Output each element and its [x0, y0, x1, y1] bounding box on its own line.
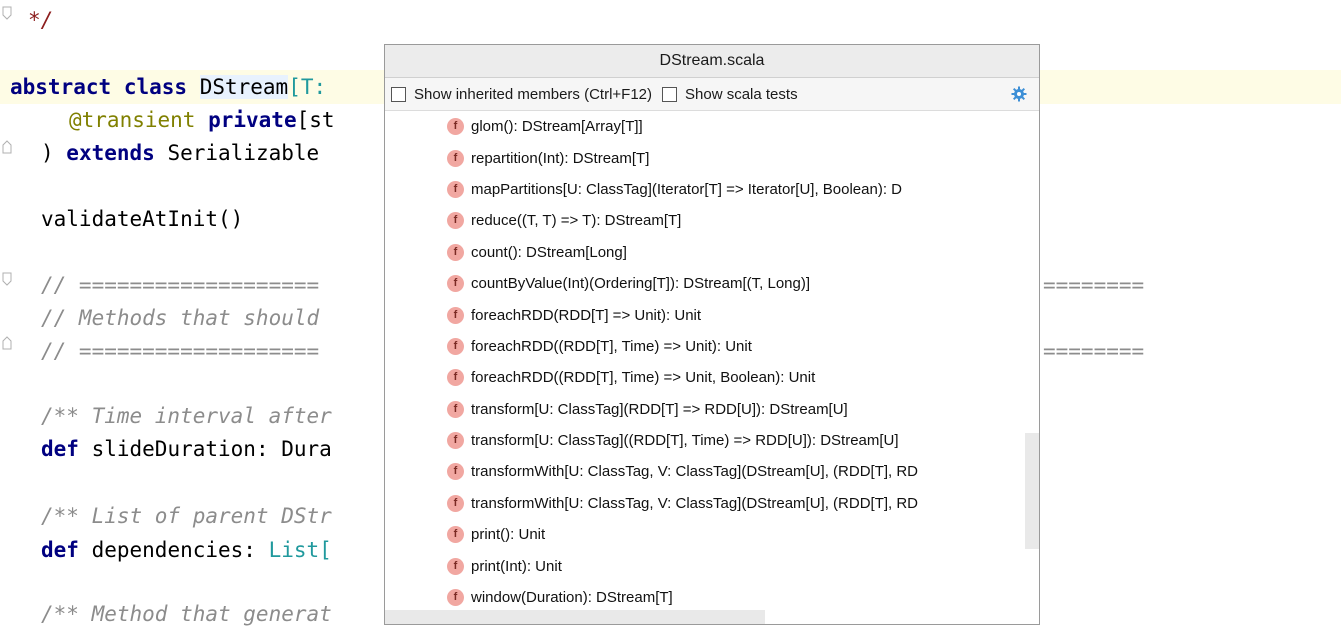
code-line-class-declaration: abstract class DStream[T:	[10, 71, 326, 103]
code-line-validate: validateAtInit()	[41, 207, 244, 231]
function-icon: f	[447, 275, 464, 293]
show-scala-tests-label[interactable]: Show scala tests	[685, 86, 798, 103]
member-signature: count(): DStream[Long]	[471, 243, 627, 261]
keyword: def	[41, 538, 79, 562]
list-item[interactable]: f transform[U: ClassTag](RDD[T] => RDD[U]…	[385, 394, 1039, 425]
list-item[interactable]: f window(Duration): DStream[T]	[385, 582, 1039, 613]
member-list[interactable]: f glom(): DStream[Array[T]] f repartition(I…	[385, 111, 1039, 613]
show-inherited-checkbox[interactable]	[391, 86, 406, 102]
function-icon: f	[447, 494, 464, 512]
member-signature: mapPartitions[U: ClassTag](Iterator[T] =…	[471, 180, 903, 198]
member-signature: transform[U: ClassTag]((RDD[T], Time) =>…	[471, 432, 899, 450]
vertical-scrollbar[interactable]	[1025, 433, 1039, 549]
code-line-separator-comment-tail: ========	[1043, 339, 1145, 363]
code-line-doc-comment: /** List of parent DStr	[41, 504, 332, 528]
code-line-doc-comment: /** Time interval after	[41, 404, 332, 428]
fold-marker-icon[interactable]	[2, 6, 12, 20]
function-icon: f	[447, 180, 464, 198]
list-item[interactable]: f print(Int): Unit	[385, 550, 1039, 581]
code-line-comment-end: */	[28, 8, 54, 32]
list-item[interactable]: f reduce((T, T) => T): DStream[T]	[385, 205, 1039, 236]
list-item[interactable]: f transformWith[U: ClassTag, V: ClassTag]…	[385, 456, 1039, 487]
fold-marker-icon[interactable]	[2, 272, 12, 286]
class-name: DStream	[199, 75, 289, 99]
list-item[interactable]: f mapPartitions[U: ClassTag](Iterator[T] …	[385, 174, 1039, 205]
list-item[interactable]: f repartition(Int): DStream[T]	[385, 142, 1039, 173]
code-text: [st	[296, 108, 335, 132]
member-signature: foreachRDD(RDD[T] => Unit): Unit	[471, 306, 702, 324]
member-signature: foreachRDD((RDD[T], Time) => Unit, Boole…	[471, 369, 816, 387]
keyword: abstract	[10, 75, 112, 99]
member-signature: print(): Unit	[471, 526, 546, 544]
member-signature: repartition(Int): DStream[T]	[471, 149, 650, 167]
member-signature: countByValue(Int)(Ordering[T]): DStream[…	[471, 275, 811, 293]
function-icon: f	[447, 526, 464, 544]
code-line-separator-comment-tail: ========	[1043, 273, 1145, 297]
function-icon: f	[447, 589, 464, 607]
keyword: def	[41, 437, 79, 461]
function-icon: f	[447, 337, 464, 355]
list-item[interactable]: f foreachRDD((RDD[T], Time) => Unit, Bool…	[385, 362, 1039, 393]
member-signature: transformWith[U: ClassTag, V: ClassTag](…	[471, 494, 919, 512]
show-inherited-label[interactable]: Show inherited members (Ctrl+F12)	[414, 86, 652, 103]
member-signature: foreachRDD((RDD[T], Time) => Unit): Unit	[471, 337, 752, 355]
keyword: class	[123, 75, 188, 99]
function-icon: f	[447, 557, 464, 575]
code-line-extends: ) extends Serializable	[41, 137, 319, 169]
code-text: Serializable	[154, 141, 320, 165]
function-icon: f	[447, 243, 464, 261]
member-signature: transformWith[U: ClassTag, V: ClassTag](…	[471, 463, 919, 481]
code-line-constructor-param: @transient private[st	[69, 104, 335, 136]
code-line-separator-comment: // ===================	[41, 273, 320, 297]
code-line-def-dependencies: def dependencies: List[	[41, 534, 332, 566]
member-signature: print(Int): Unit	[471, 557, 562, 575]
fold-marker-icon[interactable]	[2, 336, 12, 350]
member-signature: reduce((T, T) => T): DStream[T]	[471, 212, 682, 230]
code-text: slideDuration: Dura	[78, 437, 332, 461]
function-icon: f	[447, 306, 464, 324]
popup-toolbar: Show inherited members (Ctrl+F12) Show s…	[385, 78, 1039, 111]
code-line-doc-comment: /** Method that generat	[41, 602, 332, 626]
keyword: private	[208, 108, 297, 132]
member-signature: window(Duration): DStream[T]	[471, 589, 673, 607]
list-item[interactable]: f transformWith[U: ClassTag, V: ClassTag]…	[385, 488, 1039, 519]
code-line-section-comment: // Methods that should	[41, 306, 320, 330]
gear-icon[interactable]	[1011, 86, 1027, 102]
list-item[interactable]: f count(): DStream[Long]	[385, 237, 1039, 268]
horizontal-scrollbar[interactable]	[385, 610, 765, 624]
member-signature: glom(): DStream[Array[T]]	[471, 118, 643, 136]
member-signature: transform[U: ClassTag](RDD[T] => RDD[U])…	[471, 400, 848, 418]
function-icon: f	[447, 400, 464, 418]
list-item[interactable]: f transform[U: ClassTag]((RDD[T], Time) =…	[385, 425, 1039, 456]
function-icon: f	[447, 432, 464, 450]
file-structure-popup[interactable]: DStream.scala Show inherited members (Ct…	[384, 44, 1040, 625]
function-icon: f	[447, 463, 464, 481]
function-icon: f	[447, 369, 464, 387]
code-text: )	[41, 141, 67, 165]
keyword: extends	[66, 141, 155, 165]
popup-title: DStream.scala	[385, 45, 1039, 78]
annotation: @transient	[69, 108, 196, 132]
function-icon: f	[447, 118, 464, 136]
list-item[interactable]: f print(): Unit	[385, 519, 1039, 550]
show-scala-tests-checkbox[interactable]	[662, 86, 678, 102]
list-item[interactable]: f glom(): DStream[Array[T]]	[385, 111, 1039, 142]
list-item[interactable]: f countByValue(Int)(Ordering[T]): DStream…	[385, 268, 1039, 299]
type-params: [T:	[288, 75, 327, 99]
code-line-def-slide-duration: def slideDuration: Dura	[41, 433, 332, 465]
code-text: dependencies:	[78, 538, 269, 562]
code-line-separator-comment: // ===================	[41, 339, 320, 363]
function-icon: f	[447, 212, 464, 230]
fold-marker-icon[interactable]	[2, 140, 12, 154]
list-item[interactable]: f foreachRDD(RDD[T] => Unit): Unit	[385, 299, 1039, 330]
list-item[interactable]: f foreachRDD((RDD[T], Time) => Unit): Uni…	[385, 331, 1039, 362]
function-icon: f	[447, 149, 464, 167]
type-name: List[	[268, 538, 332, 562]
